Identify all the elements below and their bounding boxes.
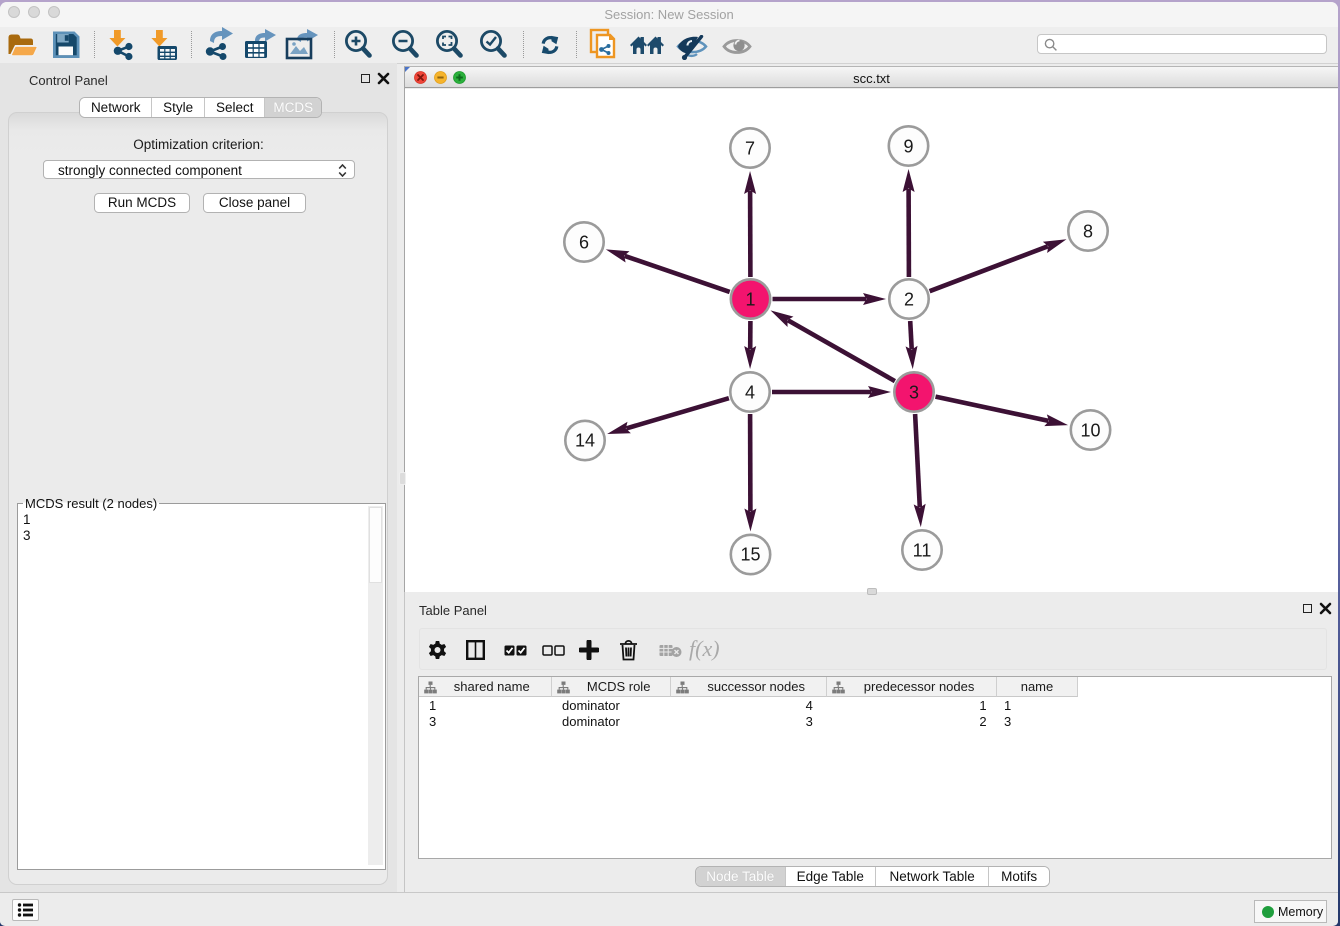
svg-text:4: 4 — [745, 383, 755, 403]
svg-text:1: 1 — [745, 290, 755, 310]
svg-text:6: 6 — [579, 233, 589, 253]
svg-text:7: 7 — [745, 139, 755, 159]
svg-text:11: 11 — [913, 541, 932, 561]
svg-text:2: 2 — [904, 290, 914, 310]
svg-text:10: 10 — [1080, 421, 1100, 441]
svg-text:15: 15 — [740, 545, 760, 565]
svg-text:14: 14 — [575, 431, 595, 451]
svg-text:3: 3 — [909, 383, 919, 403]
svg-text:8: 8 — [1083, 222, 1093, 242]
svg-text:9: 9 — [903, 137, 913, 157]
